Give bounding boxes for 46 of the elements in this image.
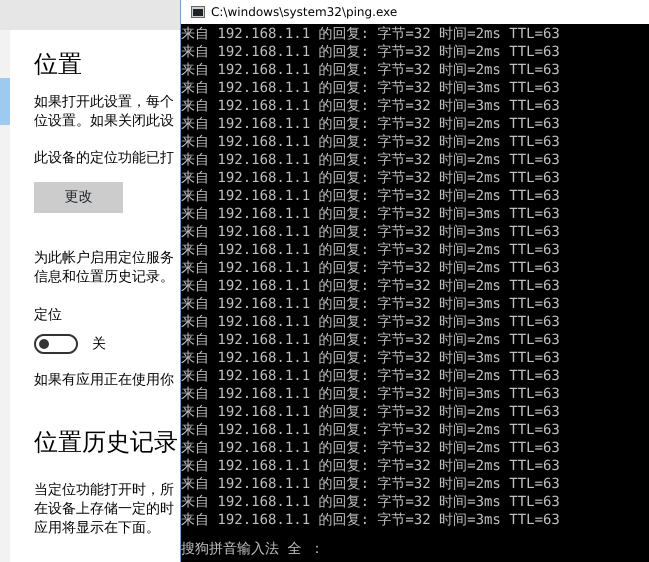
paragraph-line: 如果打开此设置，每个: [34, 92, 175, 112]
console-line: 来自 192.168.1.1 的回复: 字节=32 时间=2ms TTL=63: [181, 421, 560, 439]
paragraph-line: 此设备的定位功能已打: [34, 148, 175, 168]
paragraph-line: 位设置。如果关闭此设: [34, 112, 175, 131]
toggle-label: 定位: [34, 306, 63, 325]
console-line: 来自 192.168.1.1 的回复: 字节=32 时间=3ms TTL=63: [181, 313, 560, 331]
paragraph-line: 如果有应用正在使用你: [34, 370, 175, 390]
paragraph-line: 当定位功能打开时，所: [34, 480, 175, 500]
console-line: 来自 192.168.1.1 的回复: 字节=32 时间=2ms TTL=63: [181, 43, 560, 61]
console-line: 来自 192.168.1.1 的回复: 字节=32 时间=3ms TTL=63: [181, 385, 560, 403]
paragraph-line: 应用将显示在下面。: [34, 518, 161, 538]
toggle-switch[interactable]: [34, 334, 78, 354]
console-line: 来自 192.168.1.1 的回复: 字节=32 时间=2ms TTL=63: [181, 457, 560, 475]
console-line: 来自 192.168.1.1 的回复: 字节=32 时间=3ms TTL=63: [181, 205, 560, 223]
console-line: 来自 192.168.1.1 的回复: 字节=32 时间=3ms TTL=63: [181, 79, 560, 97]
console-line: 来自 192.168.1.1 的回复: 字节=32 时间=2ms TTL=63: [181, 115, 560, 133]
console-line: 来自 192.168.1.1 的回复: 字节=32 时间=2ms TTL=63: [181, 475, 560, 493]
console-line: 来自 192.168.1.1 的回复: 字节=32 时间=2ms TTL=63: [181, 133, 560, 151]
console-line: 来自 192.168.1.1 的回复: 字节=32 时间=2ms TTL=63: [181, 187, 560, 205]
console-line: 来自 192.168.1.1 的回复: 字节=32 时间=3ms TTL=63: [181, 97, 560, 115]
paragraph-line: 信息和位置历史记录。: [34, 268, 175, 287]
console-line: 来自 192.168.1.1 的回复: 字节=32 时间=2ms TTL=63: [181, 367, 560, 385]
console-line: 来自 192.168.1.1 的回复: 字节=32 时间=3ms TTL=63: [181, 223, 560, 241]
console-line: 来自 192.168.1.1 的回复: 字节=32 时间=2ms TTL=63: [181, 151, 560, 169]
console-line: 来自 192.168.1.1 的回复: 字节=32 时间=2ms TTL=63: [181, 403, 560, 421]
console-line: 来自 192.168.1.1 的回复: 字节=32 时间=2ms TTL=63: [181, 331, 560, 349]
section-heading: 位置历史记录: [34, 428, 178, 457]
ime-status: 搜狗拼音输入法 全 ：: [181, 540, 324, 558]
toggle-state: 关: [92, 334, 106, 354]
console-line: 来自 192.168.1.1 的回复: 字节=32 时间=3ms TTL=63: [181, 295, 560, 313]
console-line: 来自 192.168.1.1 的回复: 字节=32 时间=2ms TTL=63: [181, 25, 560, 43]
paragraph-line: 为此帐户启用定位服务: [34, 248, 175, 268]
console-line: 来自 192.168.1.1 的回复: 字节=32 时间=2ms TTL=63: [181, 277, 560, 295]
change-button[interactable]: 更改: [34, 182, 123, 213]
console-line: 来自 192.168.1.1 的回复: 字节=32 时间=2ms TTL=63: [181, 241, 560, 259]
console-line: 来自 192.168.1.1 的回复: 字节=32 时间=2ms TTL=63: [181, 439, 560, 457]
console-line: 来自 192.168.1.1 的回复: 字节=32 时间=2ms TTL=63: [181, 169, 560, 187]
window-title: C:\windows\system32\ping.exe: [211, 4, 398, 21]
console-line: 来自 192.168.1.1 的回复: 字节=32 时间=2ms TTL=63: [181, 61, 560, 79]
console-icon: [191, 6, 205, 18]
console-line: 来自 192.168.1.1 的回复: 字节=32 时间=3ms TTL=63: [181, 349, 560, 367]
console-line: 来自 192.168.1.1 的回复: 字节=32 时间=3ms TTL=63: [181, 493, 560, 511]
section-heading: 位置: [34, 50, 83, 79]
paragraph-line: 在设备上存储一定的时: [34, 500, 175, 519]
console-line: 来自 192.168.1.1 的回复: 字节=32 时间=3ms TTL=63: [181, 511, 560, 529]
console-line: 来自 192.168.1.1 的回复: 字节=32 时间=2ms TTL=63: [181, 259, 560, 277]
